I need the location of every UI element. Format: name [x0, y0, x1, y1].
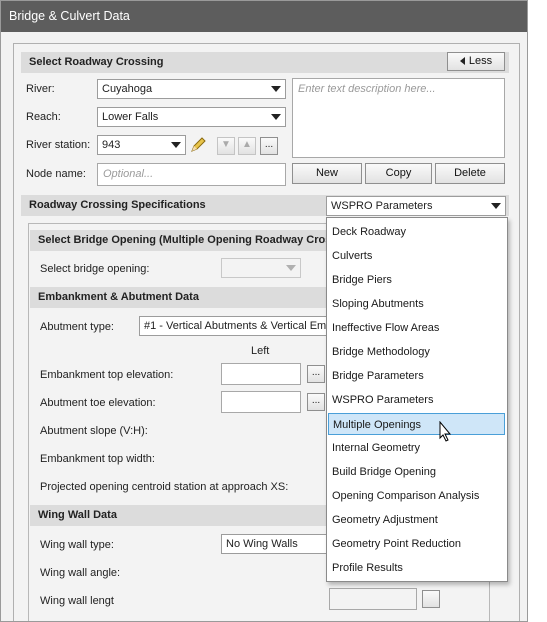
new-button[interactable]: New [292, 163, 362, 184]
wingwall-type-label: Wing wall type: [40, 539, 114, 551]
previous-station-button[interactable]: ▼ [217, 137, 235, 155]
less-button[interactable]: Less [447, 52, 505, 71]
description-textarea[interactable]: Enter text description here... [292, 78, 505, 158]
copy-button[interactable]: Copy [365, 163, 432, 184]
chevron-down-icon [271, 86, 281, 92]
abutment-type-label: Abutment type: [40, 321, 114, 333]
wingwall-type-value: No Wing Walls [226, 538, 298, 550]
roadway-crossing-title: Select Roadway Crossing [29, 56, 164, 68]
embankment-section-title: Embankment & Abutment Data [38, 291, 199, 303]
river-select[interactable]: Cuyahoga [97, 79, 286, 99]
ellipsis-icon: ... [311, 395, 321, 406]
specs-title: Roadway Crossing Specifications [29, 199, 206, 211]
wingwall-angle-label: Wing wall angle: [40, 567, 121, 579]
abutment-type-select[interactable]: #1 - Vertical Abutments & Vertical Em [139, 316, 339, 336]
abutment-type-value: #1 - Vertical Abutments & Vertical Em [144, 320, 327, 332]
wingwall-type-select[interactable]: No Wing Walls [221, 534, 331, 554]
dropdown-option[interactable]: Internal Geometry [328, 437, 505, 459]
left-column-header: Left [251, 345, 270, 357]
dropdown-option[interactable]: Profile Results [328, 557, 505, 579]
node-name-label: Node name: [26, 168, 86, 180]
node-name-input[interactable]: Optional... [97, 163, 286, 186]
torn-edge [529, 0, 547, 622]
dropdown-option[interactable]: Deck Roadway [328, 221, 505, 243]
ellipsis-icon: ... [264, 139, 274, 150]
river-label: River: [26, 83, 55, 95]
window-title: Bridge & Culvert Data [1, 1, 527, 32]
centroid-label: Projected opening centroid station at ap… [40, 481, 289, 493]
wingwall-length-browse-button[interactable] [422, 590, 440, 608]
river-value: Cuyahoga [102, 83, 153, 95]
dropdown-option[interactable]: Build Bridge Opening [328, 461, 505, 483]
dropdown-option[interactable]: Sloping Abutments [328, 293, 505, 315]
abutment-toe-browse-button[interactable]: ... [307, 393, 325, 411]
specs-select[interactable]: WSPRO Parameters [326, 196, 506, 216]
triangle-up-icon: ▲ [242, 139, 252, 150]
chevron-down-icon [271, 114, 281, 120]
triangle-left-icon [459, 57, 465, 66]
chevron-down-icon [286, 265, 296, 271]
triangle-down-icon: ▼ [221, 139, 231, 150]
ellipsis-icon: ... [311, 367, 321, 378]
embankment-top-browse-button[interactable]: ... [307, 365, 325, 383]
cursor-icon [437, 420, 453, 446]
chevron-down-icon [171, 142, 181, 148]
delete-button[interactable]: Delete [435, 163, 505, 184]
dropdown-option[interactable]: Multiple Openings [328, 413, 505, 435]
station-label: River station: [26, 139, 91, 151]
station-select[interactable]: 943 [97, 135, 186, 155]
embankment-top-input[interactable] [221, 363, 301, 385]
select-opening-label: Select bridge opening: [40, 263, 150, 275]
reach-label: Reach: [26, 111, 61, 123]
abutment-slope-label: Abutment slope (V:H): [40, 425, 148, 437]
dropdown-option[interactable]: Geometry Adjustment [328, 509, 505, 531]
dropdown-option[interactable]: Culverts [328, 245, 505, 267]
station-value: 943 [102, 139, 121, 151]
reach-select[interactable]: Lower Falls [97, 107, 286, 127]
chevron-down-icon [491, 203, 501, 209]
dropdown-option[interactable]: Geometry Point Reduction [328, 533, 505, 555]
next-station-button[interactable]: ▲ [238, 137, 256, 155]
less-label: Less [468, 55, 493, 67]
dropdown-option[interactable]: Bridge Parameters [328, 365, 505, 387]
opening-section-title: Select Bridge Opening (Multiple Opening … [38, 234, 341, 246]
dropdown-option[interactable]: Bridge Methodology [328, 341, 505, 363]
dropdown-option[interactable]: Opening Comparison Analysis [328, 485, 505, 507]
wingwall-length-label: Wing wall lengt [40, 595, 114, 607]
select-opening-dropdown[interactable] [221, 258, 301, 278]
reach-value: Lower Falls [102, 111, 159, 123]
wingwall-length-input[interactable] [329, 588, 417, 610]
embankment-width-label: Embankment top width: [40, 453, 155, 465]
dropdown-option[interactable]: Ineffective Flow Areas [328, 317, 505, 339]
specs-value: WSPRO Parameters [331, 200, 433, 212]
description-placeholder: Enter text description here... [298, 83, 436, 95]
dropdown-option[interactable]: Bridge Piers [328, 269, 505, 291]
roadway-crossing-section: Select Roadway Crossing [21, 52, 509, 73]
station-browse-button[interactable]: ... [260, 137, 278, 155]
abutment-toe-label: Abutment toe elevation: [40, 397, 156, 409]
bridge-culvert-window: Bridge & Culvert Data Select Roadway Cro… [0, 0, 528, 622]
wingwall-section-title: Wing Wall Data [38, 509, 117, 521]
node-name-placeholder: Optional... [103, 168, 154, 180]
dropdown-option[interactable]: WSPRO Parameters [328, 389, 505, 411]
specs-dropdown-list: Deck Roadway Culverts Bridge Piers Sloping … [326, 217, 508, 582]
pencil-icon[interactable] [188, 135, 208, 155]
abutment-toe-input[interactable] [221, 391, 301, 413]
embankment-top-label: Embankment top elevation: [40, 369, 174, 381]
